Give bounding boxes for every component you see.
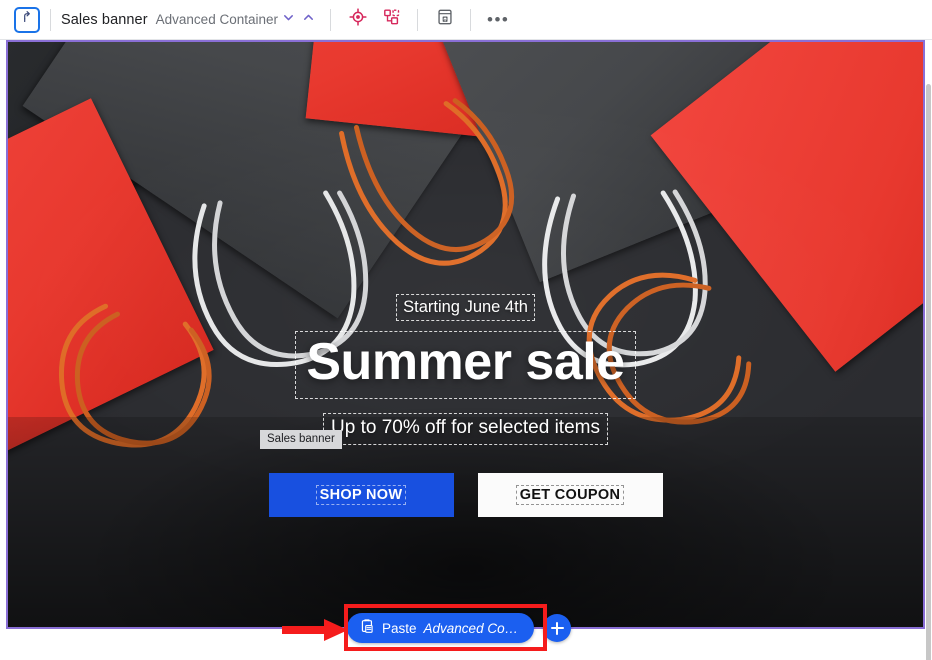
selected-element-name-badge: Sales banner bbox=[260, 430, 342, 449]
canvas-selected-container[interactable]: Starting June 4th Summer sale Up to 70% … bbox=[6, 40, 925, 629]
get-coupon-label: GET COUPON bbox=[515, 485, 625, 506]
banner-cta-row: SHOP NOW GET COUPON bbox=[268, 473, 663, 518]
paste-clipboard-icon bbox=[360, 619, 375, 637]
save-to-library-icon bbox=[436, 8, 454, 31]
get-coupon-button[interactable]: GET COUPON bbox=[477, 473, 663, 518]
vertical-scrollbar-track[interactable] bbox=[925, 40, 932, 660]
shop-now-label: SHOP NOW bbox=[315, 485, 407, 506]
toolbar-divider-2 bbox=[330, 8, 331, 31]
shop-now-button[interactable]: SHOP NOW bbox=[268, 473, 454, 518]
element-toolbar: Sales banner Advanced Container ••• bbox=[0, 0, 932, 40]
banner-subline-text[interactable]: Up to 70% off for selected items bbox=[323, 413, 608, 446]
app-root: Sales banner Advanced Container ••• Star… bbox=[0, 0, 932, 660]
toolbar-divider-3 bbox=[417, 8, 418, 31]
more-options-button[interactable]: ••• bbox=[481, 11, 515, 28]
chevron-up-icon bbox=[302, 11, 315, 29]
banner-headline-text[interactable]: Summer sale bbox=[295, 331, 636, 400]
toolbar-divider-1 bbox=[50, 8, 51, 31]
plus-icon-vertical bbox=[555, 621, 559, 635]
paste-advanced-container-button[interactable]: Paste Advanced Co… bbox=[347, 613, 535, 643]
component-structure-button[interactable] bbox=[380, 8, 404, 32]
go-to-parent-button[interactable] bbox=[14, 6, 40, 33]
paste-button-label: Paste bbox=[382, 620, 417, 636]
banner-eyebrow-text[interactable]: Starting June 4th bbox=[396, 294, 535, 322]
element-type-label: Advanced Container bbox=[155, 12, 278, 27]
toolbar-divider-4 bbox=[470, 8, 471, 31]
page-title: Sales banner bbox=[61, 11, 148, 28]
paste-button-target-name: Advanced Co… bbox=[423, 620, 519, 636]
component-structure-icon bbox=[383, 8, 401, 31]
banner-overlay-content: Starting June 4th Summer sale Up to 70% … bbox=[8, 294, 923, 518]
select-parent-button[interactable] bbox=[298, 10, 318, 30]
chevron-down-icon bbox=[282, 11, 295, 29]
arrow-up-parent-icon bbox=[20, 10, 35, 30]
select-child-button[interactable] bbox=[278, 10, 298, 30]
target-crosshair-button[interactable] bbox=[346, 8, 370, 32]
save-to-library-button[interactable] bbox=[433, 8, 457, 32]
target-crosshair-icon bbox=[349, 8, 367, 31]
add-element-button[interactable] bbox=[543, 614, 572, 642]
insert-action-bar: Paste Advanced Co… bbox=[347, 613, 572, 643]
vertical-scrollbar-thumb[interactable] bbox=[926, 84, 931, 660]
